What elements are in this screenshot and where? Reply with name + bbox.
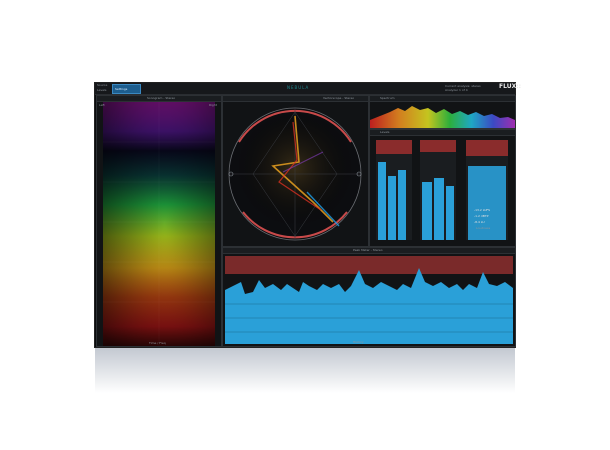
spectrum-panel[interactable]: Spectrum — [369, 95, 516, 129]
brand-text: NEBULA — [287, 85, 310, 90]
spectrogram-footer: Time / Freq — [149, 341, 166, 345]
flux-logo: FLUX:: — [499, 83, 522, 90]
spectrogram-right-label: Right — [209, 103, 217, 107]
waveform-footer: History — [353, 340, 364, 344]
spectrogram-left-label: Left — [99, 103, 105, 107]
waveform-display[interactable] — [223, 254, 515, 346]
spectrum-display[interactable] — [370, 102, 515, 128]
loudness-readout-2: -1.2 dBTP — [474, 214, 489, 218]
spectrogram-title: Sonogram - Stereo — [147, 96, 176, 100]
vectorscope-display[interactable] — [223, 102, 368, 246]
loudness-label: Loudness — [476, 226, 491, 230]
meters-panel[interactable]: Levels -13.2 LUFS -1.2 dBTP -8.4 LU Loud… — [369, 129, 516, 247]
waveform-panel[interactable]: Peak Meter - Stereo History — [222, 247, 516, 347]
settings-button[interactable]: Settings — [112, 84, 141, 94]
top-toolbar: Source Levels Settings NEBULA Current an… — [95, 83, 521, 95]
loudness-readout-1: -13.2 LUFS — [474, 208, 491, 212]
analyzer-window: Source Levels Settings NEBULA Current an… — [95, 83, 521, 347]
settings-button-label: Settings — [115, 87, 128, 91]
window-reflection — [95, 348, 515, 393]
waveform-title: Peak Meter - Stereo — [353, 248, 383, 252]
loudness-readout-3: -8.4 LU — [474, 220, 485, 224]
status-line-2: Analyzer 1 of 4 — [445, 88, 468, 92]
spectrogram-display[interactable] — [97, 102, 221, 346]
meters-title: Levels — [380, 130, 390, 134]
level-meters[interactable] — [370, 136, 515, 246]
levels-label[interactable]: Levels — [97, 88, 106, 92]
vectorscope-panel[interactable]: Vectorscope - Stereo — [222, 95, 369, 247]
source-label[interactable]: Source — [97, 83, 107, 87]
spectrogram-panel[interactable]: Sonogram - Stereo Left Right Time / Freq — [96, 95, 222, 347]
vectorscope-title: Vectorscope - Stereo — [323, 96, 355, 100]
spectrum-title: Spectrum — [380, 96, 395, 100]
